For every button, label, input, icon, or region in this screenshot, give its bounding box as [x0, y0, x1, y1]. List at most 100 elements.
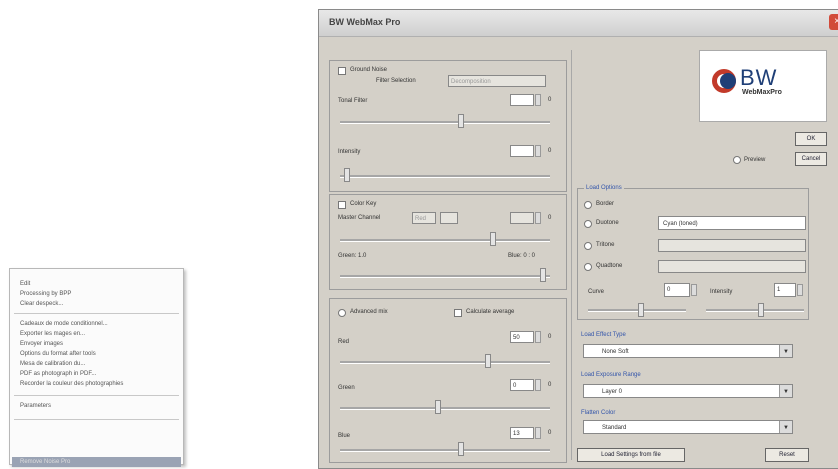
menu-item-1[interactable]: Cadeaux de mode conditionnel...: [20, 319, 108, 329]
menu-item-3[interactable]: Envoyer images: [20, 339, 63, 349]
green-unit: 0: [548, 382, 552, 388]
green-slider-track[interactable]: [340, 407, 550, 410]
master-channel-spinner[interactable]: [535, 212, 541, 224]
master-channel-field[interactable]: Red: [412, 212, 436, 224]
blue-slider-track[interactable]: [340, 449, 550, 452]
duotone-radio[interactable]: [584, 220, 592, 228]
border-radio[interactable]: [584, 201, 592, 209]
red-slider-track[interactable]: [340, 361, 550, 364]
green-label: Green: [338, 385, 355, 391]
menu-item-4[interactable]: Options du format after tools: [20, 349, 96, 359]
load-effect-type-label: Load Effect Type: [581, 332, 626, 338]
intensity-field-right[interactable]: 1: [774, 283, 796, 297]
load-exposure-value: Layer 0: [602, 389, 623, 395]
dialog-window: BW WebMax Pro × Ground Noise Filter Sele…: [318, 9, 838, 469]
menu-item-2[interactable]: Exporter les mages en...: [20, 329, 85, 339]
menu-item-selected[interactable]: Remove Noise Pro: [12, 457, 181, 467]
ground-noise-checkbox[interactable]: [338, 67, 346, 75]
intensity-right-slider-track[interactable]: [706, 309, 804, 312]
duotone-dropdown[interactable]: Cyan (toned): [658, 216, 806, 230]
master-channel-field-2[interactable]: [440, 212, 458, 224]
tonal-filter-spinner[interactable]: [535, 94, 541, 106]
calculate-average-checkbox[interactable]: [454, 309, 462, 317]
blue-unit: 0: [548, 430, 552, 436]
green-slider-thumb[interactable]: [435, 400, 441, 414]
color-key-slider-track[interactable]: [340, 239, 550, 242]
intensity-spinner[interactable]: [535, 145, 541, 157]
curve-field[interactable]: 0: [664, 283, 690, 297]
ground-noise-group: Ground Noise Filter Selection Decomposit…: [329, 60, 567, 192]
flatten-color-label: Flatten Color: [581, 410, 616, 416]
red-spinner[interactable]: [535, 331, 541, 343]
load-settings-button[interactable]: Load Settings from file: [577, 448, 685, 462]
color-key-range-thumb[interactable]: [540, 268, 546, 282]
curve-slider-track[interactable]: [588, 309, 686, 312]
menu-item-parameters[interactable]: Parameters: [20, 401, 51, 411]
ok-button[interactable]: OK: [795, 132, 827, 146]
advanced-mix-group: Advanced mix Calculate average Red 50 0 …: [329, 298, 567, 463]
preview-label: Preview: [744, 157, 766, 163]
flatten-color-dropdown[interactable]: Standard ▼: [583, 420, 793, 434]
context-menu: Edit Processing by BPP Clear despeck... …: [9, 268, 184, 467]
intensity-slider-track[interactable]: [340, 175, 550, 178]
intensity-unit: 0: [548, 148, 552, 154]
intensity-slider-thumb[interactable]: [344, 168, 350, 182]
tritone-field[interactable]: [658, 239, 806, 252]
red-label: Red: [338, 339, 350, 345]
quadtone-label: Quadtone: [596, 263, 623, 269]
green-field[interactable]: 0: [510, 379, 534, 391]
curve-spinner[interactable]: [691, 284, 697, 296]
pane-divider: [571, 50, 572, 460]
blue-slider-thumb[interactable]: [458, 442, 464, 456]
intensity-spinner-right[interactable]: [797, 284, 803, 296]
tonal-filter-field[interactable]: [510, 94, 534, 106]
tonal-filter-label: Tonal Filter: [338, 98, 368, 104]
color-key-checkbox[interactable]: [338, 201, 346, 209]
tritone-radio[interactable]: [584, 242, 592, 250]
menu-item-clear[interactable]: Clear despeck...: [20, 299, 63, 309]
menu-separator: [14, 419, 179, 420]
quadtone-field[interactable]: [658, 260, 806, 273]
green-value-label: Green: 1.0: [338, 253, 367, 259]
load-effect-type-dropdown[interactable]: None Soft ▼: [583, 344, 793, 358]
load-options-group: Load Options Border Duotone Cyan (toned)…: [577, 185, 809, 320]
reset-button[interactable]: Reset: [765, 448, 809, 462]
calculate-average-label: Calculate average: [466, 309, 515, 315]
filter-selection-label: Filter Selection: [376, 78, 416, 84]
close-icon[interactable]: ×: [829, 14, 838, 30]
filter-selection-field[interactable]: Decomposition: [448, 75, 546, 87]
curve-slider-thumb[interactable]: [638, 303, 644, 317]
blue-value-label: Blue: 0 : 0: [508, 253, 536, 259]
dialog-title: BW WebMax Pro: [329, 17, 401, 27]
master-channel-value-field[interactable]: [510, 212, 534, 224]
menu-item-6[interactable]: PDF as photograph in PDF...: [20, 369, 96, 379]
quadtone-radio[interactable]: [584, 263, 592, 271]
red-unit: 0: [548, 334, 552, 340]
blue-field[interactable]: 13: [510, 427, 534, 439]
red-field[interactable]: 50: [510, 331, 534, 343]
green-spinner[interactable]: [535, 379, 541, 391]
color-key-range-track[interactable]: [340, 275, 550, 278]
preview-radio[interactable]: [733, 156, 741, 164]
logo-brand-text: BW: [740, 65, 778, 90]
intensity-right-slider-thumb[interactable]: [758, 303, 764, 317]
menu-item-edit[interactable]: Edit: [20, 279, 30, 289]
red-slider-thumb[interactable]: [485, 354, 491, 368]
menu-item-7[interactable]: Recorder la couleur des photographies: [20, 379, 123, 389]
advanced-mix-radio[interactable]: [338, 309, 346, 317]
intensity-field[interactable]: [510, 145, 534, 157]
menu-item-5[interactable]: Mesa de calibration du...: [20, 359, 85, 369]
logo-center-icon: [720, 73, 736, 89]
cancel-button[interactable]: Cancel: [795, 152, 827, 166]
tonal-filter-slider-thumb[interactable]: [458, 114, 464, 128]
master-channel-unit: 0: [548, 215, 552, 221]
menu-separator: [14, 395, 179, 396]
intensity-label: Intensity: [338, 149, 361, 155]
color-key-slider-thumb[interactable]: [490, 232, 496, 246]
menu-separator: [14, 313, 179, 314]
load-exposure-dropdown[interactable]: Layer 0 ▼: [583, 384, 793, 398]
border-label: Border: [596, 201, 615, 207]
menu-item-processing[interactable]: Processing by BPP: [20, 289, 71, 299]
tonal-filter-slider-track[interactable]: [340, 121, 550, 124]
blue-spinner[interactable]: [535, 427, 541, 439]
